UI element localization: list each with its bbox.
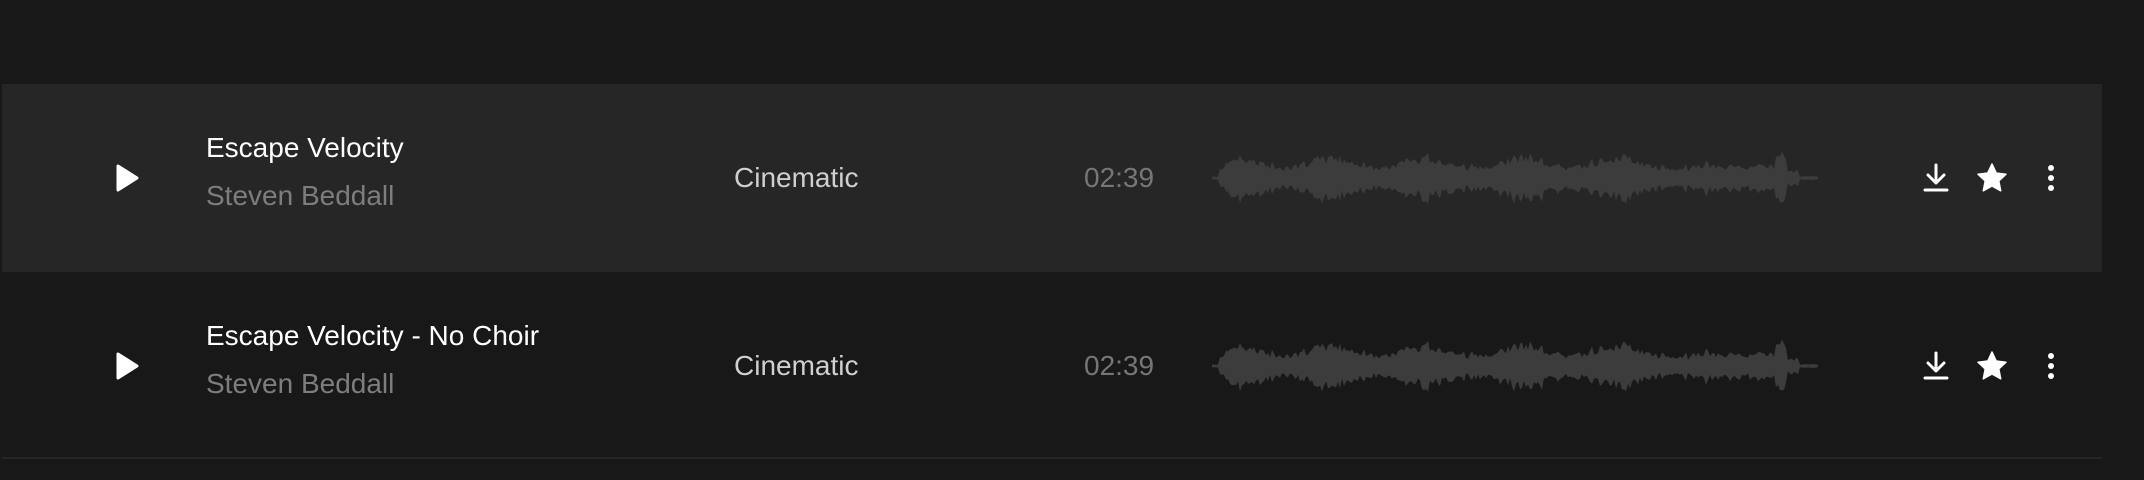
waveform[interactable] [1212,138,1818,218]
play-button[interactable] [107,156,147,200]
track-genre[interactable]: Cinematic [734,162,858,194]
download-button[interactable] [1914,156,1958,200]
star-icon [1977,163,2007,192]
track-row[interactable]: Escape Velocity - No Choir Steven Beddal… [2,272,2102,460]
track-title[interactable]: Escape Velocity - No Choir [206,320,539,352]
more-vertical-icon [2048,165,2054,191]
play-button[interactable] [107,344,147,388]
download-icon [1923,163,1949,192]
waveform[interactable] [1212,326,1818,406]
more-vertical-icon [2048,353,2054,379]
download-button[interactable] [1914,344,1958,388]
track-list: Escape Velocity Steven Beddall Cinematic… [0,0,2144,480]
more-options-button[interactable] [2029,344,2073,388]
star-icon [1977,351,2007,380]
favorite-button[interactable] [1970,344,2014,388]
track-artist[interactable]: Steven Beddall [206,368,394,400]
download-icon [1923,351,1949,380]
track-duration: 02:39 [1084,162,1155,193]
track-genre[interactable]: Cinematic [734,350,858,382]
track-duration: 02:39 [1084,350,1155,381]
play-icon [116,352,139,380]
track-title[interactable]: Escape Velocity [206,132,404,164]
track-artist[interactable]: Steven Beddall [206,180,394,212]
play-icon [116,164,139,192]
list-divider [2,457,2102,459]
track-row[interactable]: Escape Velocity Steven Beddall Cinematic… [2,84,2102,272]
favorite-button[interactable] [1970,156,2014,200]
more-options-button[interactable] [2029,156,2073,200]
